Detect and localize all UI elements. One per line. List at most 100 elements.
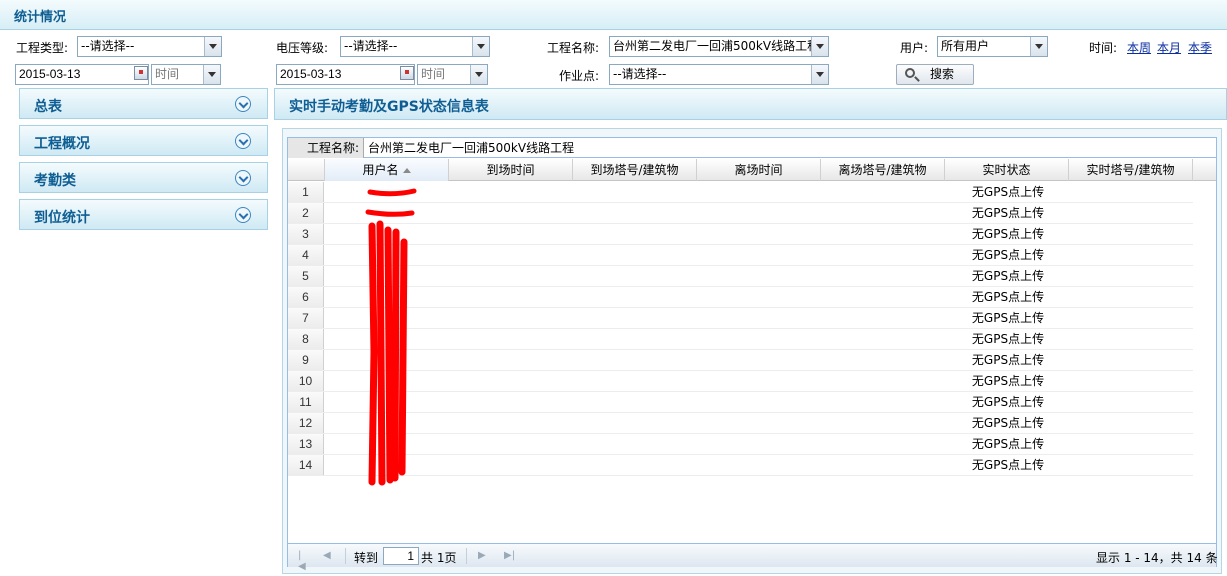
sidebar-item-label: 工程概况 — [34, 136, 90, 152]
chevron-down-icon — [811, 37, 828, 56]
row-number: 10 — [288, 371, 324, 391]
username-link[interactable] — [325, 266, 449, 286]
pager-separator — [466, 548, 467, 564]
table-row[interactable]: 14 无GPS点上传 — [288, 455, 1193, 476]
row-number: 14 — [288, 455, 324, 475]
chevron-down-icon — [235, 170, 251, 186]
chevron-down-icon — [470, 65, 487, 84]
column-header-realtime-status[interactable]: 实时状态 — [945, 159, 1069, 181]
column-header-label: 用户名 — [362, 163, 399, 177]
search-button[interactable]: 搜索 — [896, 64, 974, 85]
table-row[interactable]: 6 无GPS点上传 — [288, 287, 1193, 308]
column-header-username[interactable]: 用户名 — [325, 159, 449, 181]
username-link[interactable] — [325, 434, 449, 454]
table-row[interactable]: 3 无GPS点上传 — [288, 224, 1193, 245]
sidebar-item-project-overview[interactable]: 工程概况 — [19, 125, 268, 156]
prev-page-icon[interactable]: ◀ — [323, 550, 333, 561]
column-header-departure-tower[interactable]: 离场塔号/建筑物 — [821, 159, 945, 181]
row-number: 6 — [288, 287, 324, 307]
table-row[interactable]: 2 无GPS点上传 — [288, 203, 1193, 224]
username-link[interactable] — [325, 182, 449, 202]
chevron-down-icon — [235, 207, 251, 223]
data-grid: 工程名称: 台州第二发电厂一回浦500kV线路工程 用户名 到场时间 到场塔号/… — [287, 137, 1218, 572]
voltage-label: 电压等级: — [276, 41, 329, 55]
grid-header: 用户名 到场时间 到场塔号/建筑物 离场时间 离场塔号/建筑物 实时状态 实时塔… — [288, 159, 1216, 181]
row-number: 2 — [288, 203, 324, 223]
voltage-select[interactable]: --请选择-- — [340, 36, 490, 57]
time-link-this-week[interactable]: 本周 — [1127, 39, 1151, 56]
first-page-icon[interactable]: |◀ — [298, 550, 308, 572]
realtime-status-cell: 无GPS点上传 — [971, 395, 1045, 409]
column-header-realtime-tower[interactable]: 实时塔号/建筑物 — [1069, 159, 1193, 181]
username-link[interactable] — [325, 308, 449, 328]
sidebar-item-summary[interactable]: 总表 — [19, 88, 268, 119]
username-link[interactable] — [325, 350, 449, 370]
username-link[interactable] — [325, 392, 449, 412]
page-number-input[interactable]: 1 — [383, 547, 419, 565]
grid-caption-value: 台州第二发电厂一回浦500kV线路工程 — [368, 141, 575, 155]
start-time-select[interactable]: 时间 — [151, 64, 221, 85]
table-row[interactable]: 8 无GPS点上传 — [288, 329, 1193, 350]
project-name-value: 台州第二发电厂一回浦500kV线路工程 — [613, 39, 820, 53]
username-link[interactable] — [325, 329, 449, 349]
chevron-down-icon — [235, 96, 251, 112]
table-row[interactable]: 7 无GPS点上传 — [288, 308, 1193, 329]
table-row[interactable]: 10 无GPS点上传 — [288, 371, 1193, 392]
time-link-this-quarter[interactable]: 本季 — [1188, 39, 1212, 56]
start-date-input[interactable]: 2015-03-13 — [15, 64, 149, 85]
column-header-departure-time[interactable]: 离场时间 — [697, 159, 821, 181]
end-date-value: 2015-03-13 — [280, 67, 342, 81]
goto-label: 转到 — [354, 551, 379, 565]
time-link-this-month[interactable]: 本月 — [1157, 39, 1181, 56]
username-link[interactable] — [325, 371, 449, 391]
grid-caption-label: 工程名称: — [288, 138, 364, 158]
table-row[interactable]: 5 无GPS点上传 — [288, 266, 1193, 287]
username-link[interactable] — [325, 224, 449, 244]
realtime-status-cell: 无GPS点上传 — [971, 290, 1045, 304]
work-point-select[interactable]: --请选择-- — [609, 64, 829, 85]
sidebar-item-attendance[interactable]: 考勤类 — [19, 162, 268, 193]
user-label: 用户: — [900, 41, 929, 55]
table-row[interactable]: 11 无GPS点上传 — [288, 392, 1193, 413]
project-name-select[interactable]: 台州第二发电厂一回浦500kV线路工程 — [609, 36, 829, 57]
table-row[interactable]: 4 无GPS点上传 — [288, 245, 1193, 266]
column-header-arrival-time[interactable]: 到场时间 — [449, 159, 573, 181]
panel-title: 实时手动考勤及GPS状态信息表 — [289, 99, 489, 115]
row-number: 12 — [288, 413, 324, 433]
end-time-select[interactable]: 时间 — [417, 64, 488, 85]
page-title: 统计情况 — [14, 10, 67, 25]
table-row[interactable]: 9 无GPS点上传 — [288, 350, 1193, 371]
username-link[interactable] — [325, 203, 449, 223]
last-page-icon[interactable]: ▶| — [504, 550, 515, 561]
calendar-icon[interactable] — [134, 66, 148, 80]
sidebar-item-label: 到位统计 — [34, 210, 90, 226]
realtime-status-cell: 无GPS点上传 — [971, 185, 1045, 199]
table-row[interactable]: 1 无GPS点上传 — [288, 182, 1193, 203]
search-icon — [905, 68, 915, 78]
realtime-status-cell: 无GPS点上传 — [971, 248, 1045, 262]
total-pages-label: 共 1页 — [421, 551, 457, 565]
work-point-value: --请选择-- — [613, 67, 667, 81]
project-type-select[interactable]: --请选择-- — [77, 36, 222, 57]
username-link[interactable] — [325, 455, 449, 475]
row-number: 9 — [288, 350, 324, 370]
project-type-label: 工程类型: — [16, 41, 69, 55]
chevron-down-icon — [472, 37, 489, 56]
realtime-status-cell: 无GPS点上传 — [971, 374, 1045, 388]
end-time-placeholder: 时间 — [421, 67, 446, 81]
calendar-icon[interactable] — [400, 66, 414, 80]
grid-caption: 工程名称: 台州第二发电厂一回浦500kV线路工程 — [288, 138, 1216, 158]
realtime-status-cell: 无GPS点上传 — [971, 269, 1045, 283]
table-row[interactable]: 13 无GPS点上传 — [288, 434, 1193, 455]
column-header-arrival-tower[interactable]: 到场塔号/建筑物 — [573, 159, 697, 181]
username-link[interactable] — [325, 287, 449, 307]
username-link[interactable] — [325, 245, 449, 265]
username-link[interactable] — [325, 413, 449, 433]
panel-header: 实时手动考勤及GPS状态信息表 — [274, 88, 1227, 120]
end-date-input[interactable]: 2015-03-13 — [276, 64, 415, 85]
search-button-label: 搜索 — [929, 67, 954, 81]
next-page-icon[interactable]: ▶ — [478, 550, 488, 561]
table-row[interactable]: 12 无GPS点上传 — [288, 413, 1193, 434]
user-select[interactable]: 所有用户 — [937, 36, 1048, 57]
sidebar-item-presence-stats[interactable]: 到位统计 — [19, 199, 268, 230]
